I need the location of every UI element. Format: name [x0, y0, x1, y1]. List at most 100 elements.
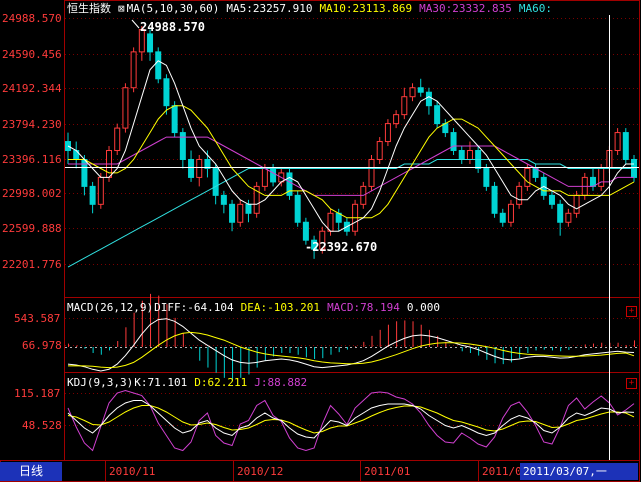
candle-body [229, 203, 236, 223]
candle-body [622, 132, 629, 160]
kdj-j-line [67, 389, 635, 452]
axis-tick: 48.528 [22, 419, 62, 432]
axis-tick: 22599.888 [2, 222, 62, 235]
candle-body [327, 212, 334, 232]
cursor-date-label: 2011/03/07,一 [520, 463, 638, 480]
candle-body [171, 105, 178, 134]
candle-body [302, 221, 309, 241]
candle-body [114, 127, 121, 152]
high-annotation: 24988.570 [140, 20, 205, 34]
macd-dea-line [67, 331, 635, 369]
candle-body [188, 158, 195, 178]
macd-diff-line [67, 318, 635, 372]
candle-body [130, 51, 137, 89]
settings-icon[interactable]: ⊠ [118, 2, 125, 15]
candle-body [261, 167, 268, 187]
candle-body [212, 167, 219, 196]
low-annotation: -22392.670 [305, 240, 377, 254]
ma60-value: MA60: [518, 2, 552, 15]
candle-body [270, 167, 277, 183]
axis-tick: 115.187 [14, 387, 60, 400]
candle-body [196, 158, 203, 178]
candle-body [155, 51, 162, 80]
ma30-value: MA30:23332.835 [419, 2, 512, 15]
candle-body [491, 185, 498, 214]
candle-body [89, 185, 96, 205]
macd-value: MACD:78.194 [327, 301, 400, 314]
ma10-value: MA10:23113.869 [319, 2, 413, 15]
candle-body [97, 176, 104, 205]
axis-tick: 23396.116 [2, 153, 62, 166]
x-axis-labels: 2010/11 2010/12 2011/01 2011/02 [105, 461, 528, 482]
kdj-axis-labels: 115.187 48.528 [14, 387, 62, 432]
candle-body [384, 123, 391, 143]
axis-tick: 66.978 [22, 339, 62, 352]
axis-tick: 24192.344 [2, 82, 62, 95]
candle-body [499, 212, 506, 223]
candle-body [220, 194, 227, 205]
candle-body [237, 203, 244, 223]
candle-body [466, 150, 473, 160]
ma-label: MA(5,10,30,60) [126, 2, 220, 15]
ma5-value: MA5:23257.910 [226, 2, 313, 15]
index-title: 恒生指数 [67, 2, 111, 15]
candle-body [163, 78, 170, 107]
kdj-d-line [67, 405, 635, 434]
x-label: 2011/01 [364, 465, 410, 478]
macd-label: MACD(26,12,9) [67, 301, 154, 314]
candle-body [507, 203, 514, 223]
candle-body [557, 203, 564, 223]
kdj-d: D:62.211 [194, 376, 248, 389]
axis-tick: 24590.456 [2, 48, 62, 61]
candle-body [548, 194, 555, 205]
candle-body [147, 33, 154, 53]
candle-body [401, 96, 408, 116]
macd-dea: DEA:-103.201 [240, 301, 321, 314]
ma5-line [67, 60, 634, 232]
candle-body [376, 141, 383, 160]
x-label: 2010/12 [237, 465, 283, 478]
candle-body [409, 87, 416, 98]
candle-body [450, 132, 457, 152]
candle-body [573, 194, 580, 214]
axis-tick: 22998.002 [2, 187, 62, 200]
kdj-chart-plot [67, 389, 635, 452]
candle-body [565, 212, 572, 223]
candle-body [425, 91, 432, 107]
main-axis-labels: 24988.570 24590.456 24192.344 23794.230 … [2, 12, 62, 271]
kdj-j: J:88.882 [254, 376, 308, 389]
axis-tick: 22201.776 [2, 258, 62, 271]
candle-body [483, 167, 490, 187]
candle-body [368, 158, 375, 187]
macd-panel-button[interactable]: + [626, 306, 637, 317]
axis-tick: 543.587 [14, 312, 60, 325]
main-chart-plot [65, 26, 637, 268]
candle-body [294, 194, 301, 223]
candle-body [417, 87, 424, 93]
macd-diff: DIFF:-64.104 [154, 301, 234, 314]
macd-header: MACD(26,12,9)DIFF:-64.104 DEA:-103.201 MAC… [67, 301, 447, 315]
macd-zero: 0.000 [406, 301, 441, 314]
x-label: 2010/11 [109, 465, 155, 478]
main-header: 恒生指数 ⊠ MA(5,10,30,60) MA5:23257.910 MA10:231… [67, 2, 559, 16]
kdj-panel-button[interactable]: + [626, 378, 637, 389]
macd-axis-labels: 543.587 66.978 [14, 312, 62, 352]
axis-tick: 24988.570 [2, 12, 62, 25]
axis-tick: 23794.230 [2, 118, 62, 131]
candle-body [393, 114, 400, 125]
chart-stage: 24988.570 24590.456 24192.344 23794.230 … [0, 0, 641, 482]
candle-body [598, 167, 605, 187]
candle-body [458, 150, 465, 160]
kdj-label: KDJ(9,3,3) [67, 376, 134, 389]
candle-body [516, 185, 523, 205]
candle-body [614, 132, 621, 152]
stock-chart[interactable]: 24988.570 24590.456 24192.344 23794.230 … [0, 0, 641, 482]
kdj-header: KDJ(9,3,3)K:71.101 D:62.211 J:88.882 [67, 376, 314, 390]
candle-body [122, 87, 129, 129]
candle-body [245, 203, 252, 214]
high-annotation-pointer [131, 19, 140, 29]
period-selector[interactable]: 日线 [0, 462, 62, 481]
candle-body [524, 167, 531, 187]
ma30-line [68, 136, 634, 196]
kdj-k: K:71.101 [134, 376, 188, 389]
